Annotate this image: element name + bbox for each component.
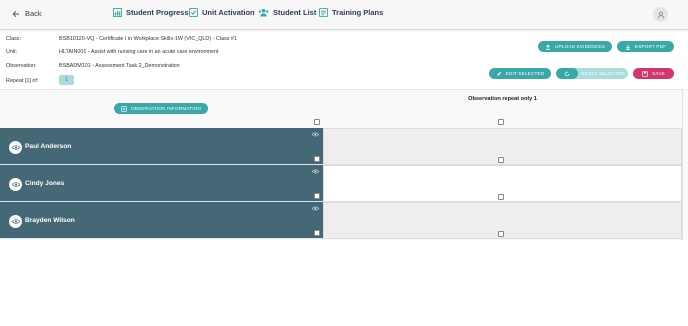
user-avatar-button[interactable] — [653, 7, 668, 22]
nav-unit-activation-label: Unit Activation — [202, 8, 255, 17]
student-row: Paul Anderson — [0, 128, 323, 165]
back-button[interactable]: Back — [12, 9, 42, 18]
download-icon — [625, 44, 631, 50]
grid-scroll-edge — [682, 89, 688, 240]
repeat-number-button[interactable]: 1 — [59, 75, 74, 85]
class-value: BSB10120-VQ - Certificate I in Workplace… — [59, 36, 237, 42]
column-header: Observation repeat only 1 — [468, 96, 537, 102]
people-icon — [258, 8, 269, 17]
observation-information-label: OBSERVATION INFORMATION — [130, 106, 202, 111]
eye-icon[interactable] — [312, 169, 319, 174]
eye-icon[interactable] — [312, 206, 319, 211]
student-row-checkbox[interactable] — [314, 193, 320, 199]
student-row-checkbox[interactable] — [314, 230, 320, 236]
student-name: Brayden Wilson — [25, 217, 75, 224]
student-name: Paul Anderson — [25, 143, 72, 150]
edit-selected-button[interactable]: EDIT SELECTED — [489, 68, 551, 79]
observation-cell[interactable] — [323, 165, 682, 202]
reset-selected-label: RESET SELECTED — [581, 71, 625, 76]
export-pdf-label: EXPORT PDF — [634, 44, 667, 49]
student-row-checkbox[interactable] — [314, 156, 320, 162]
observation-cell[interactable] — [323, 202, 682, 239]
student-avatar — [9, 178, 22, 191]
observation-cell-checkbox[interactable] — [498, 194, 504, 200]
observation-information-button[interactable]: OBSERVATION INFORMATION — [114, 103, 208, 114]
document-icon — [319, 8, 328, 17]
save-label: SAVE — [652, 71, 665, 76]
student-avatar — [9, 141, 22, 154]
unit-label: Unit: — [6, 49, 18, 55]
reset-icon-wrap — [556, 68, 578, 79]
checklist-icon — [189, 8, 198, 17]
bar-chart-icon — [113, 8, 122, 17]
eye-icon — [11, 219, 20, 224]
edit-selected-label: EDIT SELECTED — [505, 71, 545, 76]
class-label: Class: — [6, 36, 21, 42]
class-info: Class: BSB10120-VQ - Certificate I in Wo… — [6, 36, 237, 42]
nav-student-list-label: Student List — [273, 8, 317, 17]
top-navigation-bar: Back Student Progress Unit Activation St… — [0, 0, 688, 30]
observation-cell[interactable] — [323, 128, 682, 165]
eye-icon — [11, 182, 20, 187]
observation-cell-checkbox[interactable] — [498, 231, 504, 237]
nav-training-plans[interactable]: Training Plans — [319, 8, 383, 17]
back-label: Back — [25, 9, 42, 18]
observation-value: BSBADM101 - Assessment Task 2_Demonstrat… — [59, 63, 180, 69]
nav-student-progress-label: Student Progress — [126, 8, 189, 17]
upload-evidences-label: UPLOAD EVIDENCES — [555, 44, 605, 49]
student-row: Cindy Jones — [0, 165, 323, 202]
eye-icon[interactable] — [312, 132, 319, 137]
nav-unit-activation[interactable]: Unit Activation — [189, 8, 255, 17]
nav-training-plans-label: Training Plans — [332, 8, 384, 17]
save-button[interactable]: SAVE — [633, 68, 674, 79]
info-doc-icon — [121, 105, 127, 112]
refresh-icon — [564, 70, 570, 76]
select-all-repeat-checkbox[interactable] — [498, 119, 504, 125]
export-pdf-button[interactable]: EXPORT PDF — [617, 41, 674, 52]
select-all-students-checkbox[interactable] — [314, 119, 320, 125]
observation-info: Observation: BSBADM101 - Assessment Task… — [6, 63, 180, 69]
nav-student-list[interactable]: Student List — [258, 8, 316, 17]
reset-selected-button[interactable]: RESET SELECTED — [556, 68, 628, 79]
repeat-label: Repeat [1] of: — [6, 78, 39, 84]
student-avatar — [9, 215, 22, 228]
student-name: Cindy Jones — [25, 180, 65, 187]
unit-value: HLTAIN001 - Assist with nursing care in … — [59, 49, 219, 55]
pencil-icon — [496, 71, 501, 76]
observation-cell-checkbox[interactable] — [498, 157, 504, 163]
nav-student-progress[interactable]: Student Progress — [113, 8, 189, 17]
unit-info: Unit: HLTAIN001 - Assist with nursing ca… — [6, 49, 219, 55]
arrow-left-icon — [12, 10, 20, 17]
save-icon — [642, 70, 648, 77]
user-icon — [657, 11, 664, 19]
observation-label: Observation: — [6, 63, 37, 69]
upload-icon — [545, 44, 551, 50]
student-row: Brayden Wilson — [0, 202, 323, 239]
eye-icon — [11, 145, 20, 150]
upload-evidences-button[interactable]: UPLOAD EVIDENCES — [538, 41, 612, 52]
